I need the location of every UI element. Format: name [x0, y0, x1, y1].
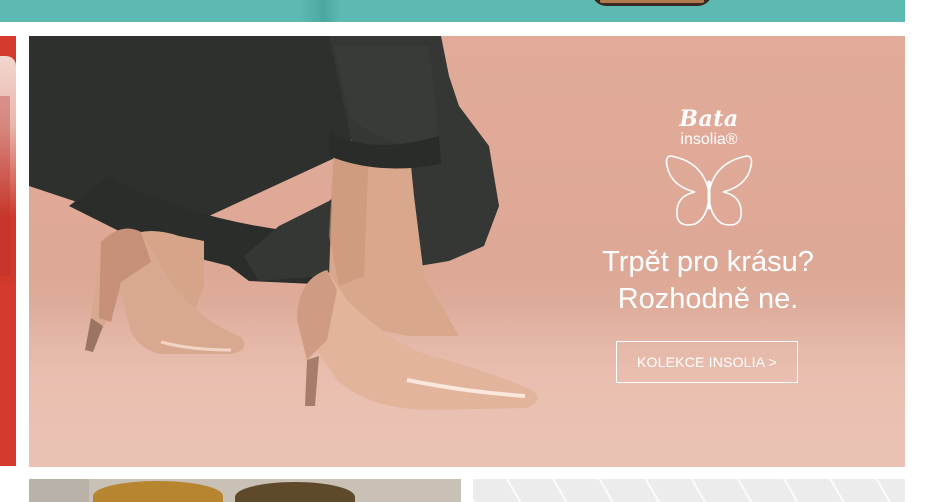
insolia-collection-button[interactable]: KOLEKCE INSOLIA >: [616, 341, 798, 383]
left-panel-shadow: [0, 96, 10, 276]
banner-fold: [300, 0, 340, 22]
tile-background-texture: [29, 479, 89, 502]
bata-insolia-logo: Bata insolia®: [649, 102, 849, 226]
tile-pattern: [473, 479, 905, 502]
headline-line-2: Rozhodně ne.: [617, 283, 799, 315]
insolia-hero-banner[interactable]: Bata insolia® Trpět pro krásu? Rozhodně …: [29, 36, 905, 467]
page-right-margin: [905, 0, 931, 502]
left-promo-banner[interactable]: [0, 36, 16, 466]
bata-wordmark: Bata: [679, 106, 739, 132]
front-shoe-image: [297, 270, 538, 410]
back-shoe-image: [85, 228, 245, 354]
tan-shoe-image: [93, 481, 223, 502]
bottom-right-promo-tile[interactable]: [473, 479, 905, 502]
shoe-image-edge: [592, 0, 712, 6]
dark-shoe-image: [235, 482, 355, 502]
top-promo-banner[interactable]: [0, 0, 905, 22]
headline-line-1: Trpět pro krásu?: [602, 246, 814, 278]
butterfly-icon: [665, 155, 753, 226]
insolia-wordmark: insolia®: [680, 131, 738, 148]
bottom-left-promo-tile[interactable]: [29, 479, 461, 502]
hero-headline: Trpět pro krásu? Rozhodně ne.: [529, 244, 887, 318]
